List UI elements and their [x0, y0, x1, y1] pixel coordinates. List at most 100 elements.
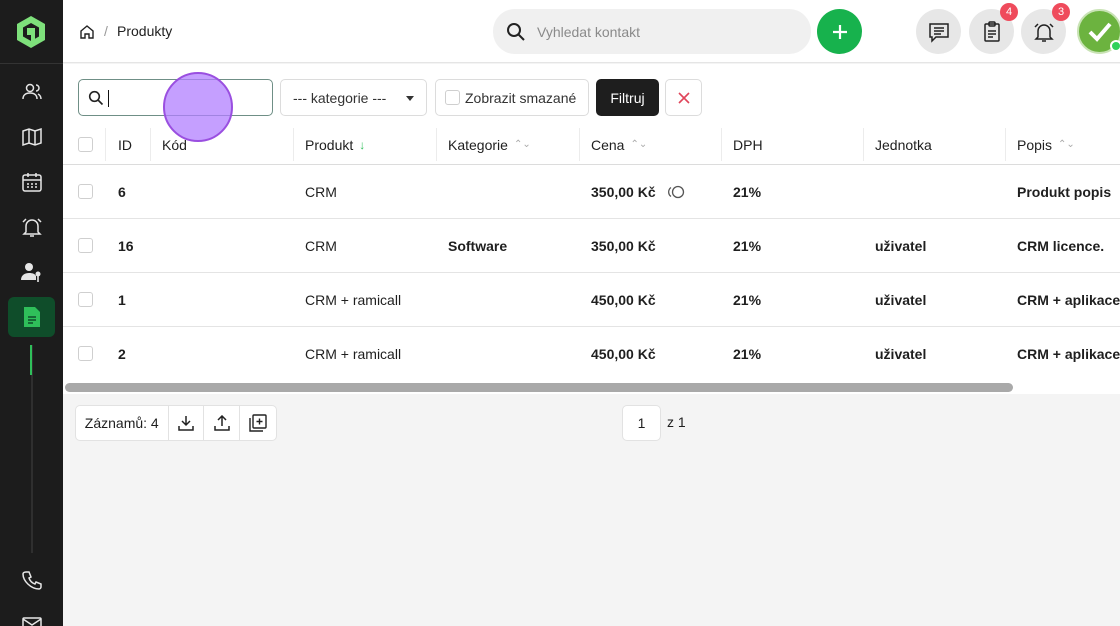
page-total: z 1 [667, 414, 686, 430]
cell-price: 350,00 Kč [591, 237, 656, 254]
add-copy-icon [249, 414, 267, 432]
clipboard-icon [983, 20, 1000, 42]
search-icon [88, 90, 104, 106]
import-button[interactable] [204, 406, 241, 440]
tasks-badge: 4 [1000, 3, 1018, 21]
cell-description: CRM licence. [1017, 237, 1105, 254]
column-header-product-label: Produkt [305, 136, 354, 153]
sidebar-item-calendar[interactable] [14, 164, 50, 200]
column-header-unit-label: Jednotka [875, 136, 932, 153]
scrollbar-thumb[interactable] [65, 383, 1013, 392]
cell-vat: 21% [733, 237, 762, 254]
horizontal-scrollbar[interactable] [63, 380, 1120, 394]
table-row[interactable]: 6 CRM 350,00 Kč 21% Produkt popis [63, 165, 1120, 219]
row-checkbox[interactable] [78, 346, 93, 361]
app-logo[interactable] [14, 14, 48, 50]
dropdown-arrow-icon [406, 96, 414, 101]
download-icon [178, 416, 194, 431]
cell-price: 450,00 Kč [591, 291, 656, 308]
contact-search[interactable] [493, 9, 811, 54]
select-all-checkbox[interactable] [78, 137, 93, 152]
user-key-icon [21, 263, 41, 282]
page-number-input[interactable]: 1 [622, 405, 661, 441]
row-checkbox[interactable] [78, 184, 93, 199]
cell-category [436, 273, 448, 326]
cell-vat: 21% [733, 183, 762, 200]
add-button[interactable] [817, 9, 862, 54]
message-icon [928, 22, 949, 43]
cell-code [150, 327, 162, 380]
click-indicator [163, 72, 233, 142]
column-header-category-label: Kategorie [448, 136, 508, 153]
column-header-category[interactable]: Kategorie ⌃⌄ [436, 124, 579, 165]
table-row[interactable]: 16 CRM Software 350,00 Kč 21% uživatel C… [63, 219, 1120, 273]
cell-code [150, 219, 162, 272]
breadcrumb-current: Produkty [117, 23, 173, 39]
cell-product: CRM + ramicall [305, 345, 402, 362]
table-row[interactable]: 2 CRM + ramicall 450,00 Kč 21% uživatel … [63, 327, 1120, 381]
show-deleted-label: Zobrazit smazané [465, 89, 577, 106]
notifications-button[interactable]: 3 [1021, 3, 1070, 54]
table-row[interactable]: 1 CRM + ramicall 450,00 Kč 21% uživatel … [63, 273, 1120, 327]
sidebar-item-reminders[interactable] [14, 209, 50, 245]
add-item-button[interactable] [240, 406, 276, 440]
checkmark-icon [1088, 22, 1112, 42]
column-header-product[interactable]: Produkt ↓ [293, 124, 436, 165]
cell-description: CRM + aplikace [1017, 291, 1120, 308]
sidebar-item-mail[interactable] [14, 606, 50, 626]
column-header-vat-label: DPH [733, 136, 763, 153]
alarm-bell-icon [22, 218, 42, 237]
calendar-icon [22, 173, 42, 192]
alarm-bell-icon [1033, 22, 1054, 42]
table-footer-tools: Záznamů: 4 [75, 405, 277, 441]
map-icon [22, 127, 42, 147]
cell-unit [863, 165, 875, 218]
column-header-price-label: Cena [591, 136, 625, 153]
cell-vat: 21% [733, 345, 762, 362]
sort-icon: ⌃⌄ [513, 139, 531, 150]
cell-price-value: 350,00 Kč [591, 183, 656, 200]
cell-category: Software [448, 237, 508, 254]
column-header-description[interactable]: Popis ⌃⌄ [1005, 124, 1120, 165]
export-button[interactable] [169, 406, 205, 440]
cell-code [150, 165, 162, 218]
user-avatar[interactable] [1077, 9, 1120, 54]
sidebar-item-map[interactable] [14, 119, 50, 155]
contact-search-input[interactable] [537, 21, 797, 43]
home-icon[interactable] [79, 24, 95, 40]
filter-button[interactable]: Filtruj [596, 79, 659, 116]
sidebar-item-contacts[interactable] [14, 74, 50, 110]
column-header-price[interactable]: Cena ⌃⌄ [579, 124, 721, 165]
category-select[interactable]: --- kategorie --- [280, 79, 427, 116]
row-checkbox[interactable] [78, 238, 93, 253]
show-deleted-toggle[interactable]: Zobrazit smazané [435, 79, 589, 116]
mail-icon [22, 617, 42, 626]
show-deleted-checkbox[interactable] [445, 90, 460, 105]
row-checkbox[interactable] [78, 292, 93, 307]
category-select-value: --- kategorie --- [293, 89, 387, 106]
cell-product: CRM + ramicall [305, 291, 402, 308]
clear-filter-button[interactable] [665, 79, 702, 116]
column-header-id-label: ID [118, 136, 132, 153]
sidebar-item-phone[interactable] [14, 562, 50, 598]
cell-id: 2 [118, 345, 126, 362]
column-header-vat[interactable]: DPH [721, 124, 863, 165]
sidebar-item-user-key[interactable] [14, 254, 50, 290]
records-count: Záznamů: 4 [76, 406, 169, 440]
cell-category [436, 165, 448, 218]
search-icon [507, 23, 525, 41]
tasks-button[interactable]: 4 [969, 3, 1018, 54]
plus-icon [832, 24, 847, 39]
sidebar [0, 0, 63, 626]
cell-price: 350,00 Kč [579, 165, 686, 218]
top-header: / Produkty 4 3 [63, 0, 1120, 63]
column-header-id[interactable]: ID [106, 124, 150, 165]
column-header-unit[interactable]: Jednotka [863, 124, 1005, 165]
cell-id: 1 [118, 291, 126, 308]
sidebar-track [31, 345, 33, 553]
phone-icon [22, 571, 42, 590]
messages-button[interactable] [916, 9, 961, 54]
sidebar-item-products[interactable] [8, 297, 55, 337]
cell-id: 16 [118, 237, 134, 254]
sort-icon: ⌃⌄ [1058, 139, 1075, 150]
